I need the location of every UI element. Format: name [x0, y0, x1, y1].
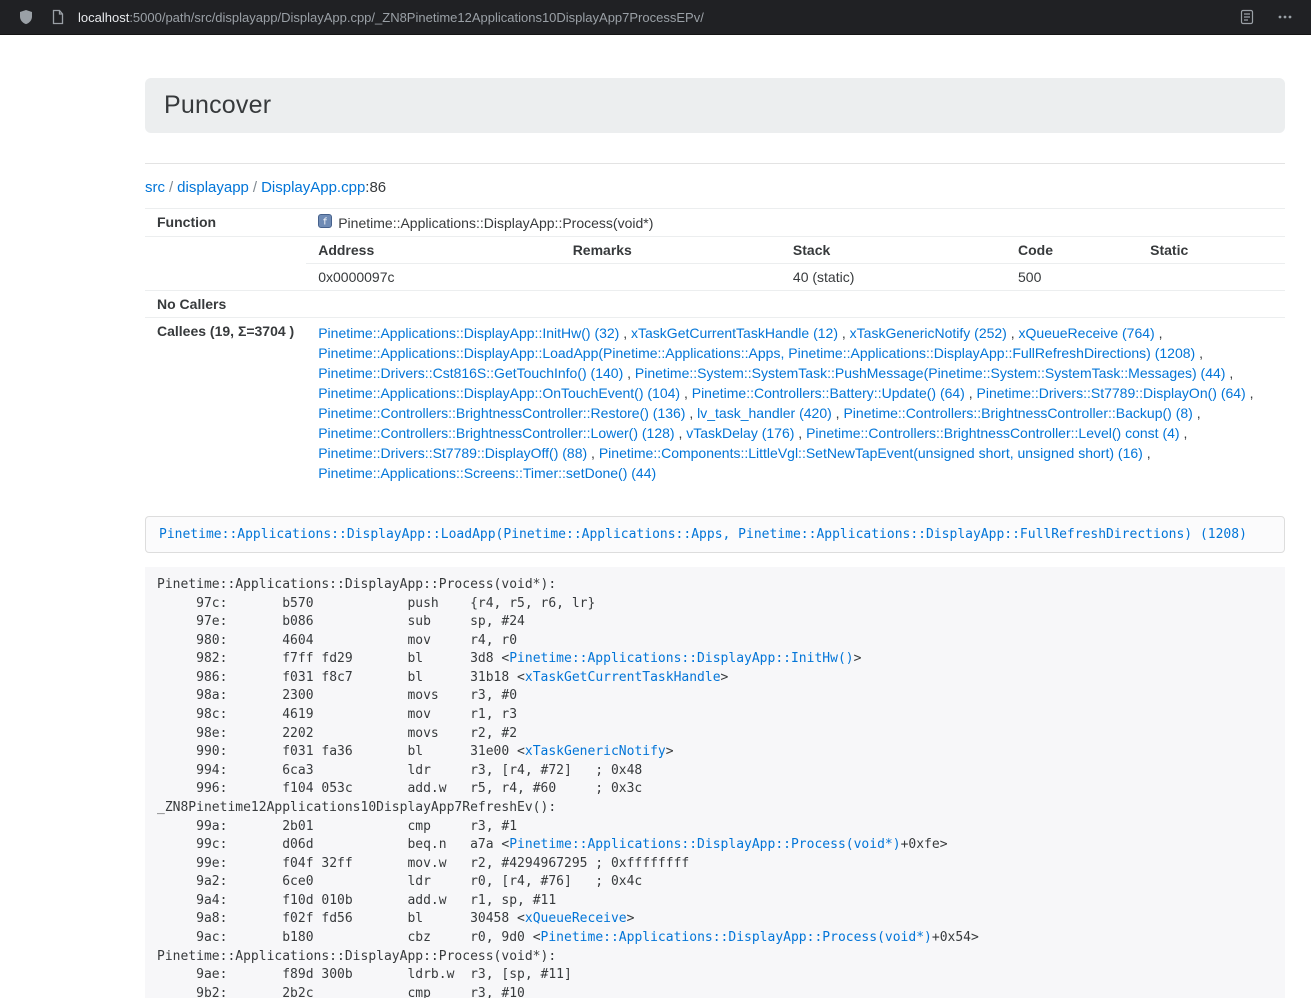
callee-separator: , [965, 385, 977, 401]
callee-separator: , [680, 385, 692, 401]
callee-separator: , [1193, 405, 1201, 421]
column-header-remarks: Remarks [561, 237, 781, 264]
callee-link[interactable]: Pinetime::Applications::DisplayApp::OnTo… [318, 385, 680, 401]
function-icon: f [318, 214, 332, 231]
callee-link[interactable]: Pinetime::System::SystemTask::PushMessag… [635, 365, 1226, 381]
symbol-table: Function f Pinetime::Applications::Displ… [145, 208, 1285, 488]
breadcrumb-line-number: :86 [365, 179, 386, 196]
callee-link[interactable]: vTaskDelay (176) [686, 425, 794, 441]
symbol-stats-row: Address Remarks Stack Code Static 0x0000… [145, 237, 1285, 291]
static-value [1138, 264, 1285, 291]
callee-separator: , [1225, 365, 1233, 381]
menu-dots-icon[interactable] [1273, 5, 1297, 29]
no-callers-row: No Callers [145, 291, 1285, 318]
column-header-code: Code [1006, 237, 1138, 264]
callee-link[interactable]: Pinetime::Drivers::St7789::DisplayOn() (… [977, 385, 1246, 401]
address-value: 0x0000097c [306, 264, 560, 291]
app-header: Puncover [145, 78, 1285, 133]
stats-header-row: Address Remarks Stack Code Static [306, 237, 1285, 264]
callee-separator: , [1007, 325, 1019, 341]
breadcrumb-separator: / [253, 179, 257, 196]
page-title: Puncover [164, 91, 1266, 120]
callee-link[interactable]: xQueueReceive (764) [1019, 325, 1155, 341]
callee-separator: , [1195, 345, 1203, 361]
code-symbol-link[interactable]: Pinetime::Applications::DisplayApp::Proc… [509, 837, 900, 852]
callee-separator: , [1180, 425, 1188, 441]
disassembly: Pinetime::Applications::DisplayApp::Proc… [145, 567, 1285, 998]
callee-link[interactable]: xTaskGenericNotify (252) [850, 325, 1007, 341]
breadcrumb-link-src[interactable]: src [145, 179, 165, 196]
callee-separator: , [794, 425, 806, 441]
callee-link[interactable]: Pinetime::Drivers::St7789::DisplayOff() … [318, 445, 587, 461]
svg-text:f: f [323, 218, 328, 228]
column-header-static: Static [1138, 237, 1285, 264]
callee-link[interactable]: Pinetime::Controllers::BrightnessControl… [318, 425, 674, 441]
callee-separator: , [587, 445, 599, 461]
callee-separator: , [838, 325, 850, 341]
stack-value: 40 (static) [781, 264, 1006, 291]
url-bar[interactable]: localhost:5000/path/src/displayapp/Displ… [78, 10, 1235, 25]
callee-link[interactable]: Pinetime::Controllers::BrightnessControl… [843, 405, 1192, 421]
selected-symbol-box: Pinetime::Applications::DisplayApp::Load… [145, 516, 1285, 553]
shield-icon[interactable] [14, 5, 38, 29]
callee-link[interactable]: Pinetime::Components::LittleVgl::SetNewT… [599, 445, 1143, 461]
callee-link[interactable]: xTaskGetCurrentTaskHandle (12) [631, 325, 838, 341]
url-path: :5000/path/src/displayapp/DisplayApp.cpp… [129, 10, 704, 25]
code-symbol-link[interactable]: xTaskGetCurrentTaskHandle [525, 670, 721, 685]
callee-link[interactable]: Pinetime::Controllers::BrightnessControl… [806, 425, 1179, 441]
code-symbol-link[interactable]: xQueueReceive [525, 911, 627, 926]
callee-separator: , [1246, 385, 1254, 401]
callee-link[interactable]: Pinetime::Applications::DisplayApp::Load… [318, 345, 1195, 361]
breadcrumb: src/displayapp/DisplayApp.cpp:86 [145, 179, 1285, 196]
stats-table: Address Remarks Stack Code Static 0x0000… [306, 237, 1285, 290]
column-header-address: Address [306, 237, 560, 264]
code-value: 500 [1006, 264, 1138, 291]
page-container: Puncover src/displayapp/DisplayApp.cpp:8… [145, 78, 1285, 998]
stats-data-row: 0x0000097c 40 (static) 500 [306, 264, 1285, 291]
callee-separator: , [1143, 445, 1151, 461]
remarks-value [561, 264, 781, 291]
callee-separator: , [619, 325, 631, 341]
callee-separator: , [832, 405, 844, 421]
breadcrumb-separator: / [169, 179, 173, 196]
callee-link[interactable]: Pinetime::Controllers::Battery::Update()… [692, 385, 965, 401]
code-symbol-link[interactable]: Pinetime::Applications::DisplayApp::Init… [509, 651, 853, 666]
code-symbol-link[interactable]: xTaskGenericNotify [525, 744, 666, 759]
callee-separator: , [1155, 325, 1163, 341]
callee-link[interactable]: Pinetime::Applications::DisplayApp::Init… [318, 325, 619, 341]
callees-list: Pinetime::Applications::DisplayApp::Init… [306, 318, 1285, 489]
selected-symbol-link[interactable]: Pinetime::Applications::DisplayApp::Load… [159, 527, 1247, 542]
callee-separator: , [685, 405, 697, 421]
callees-row: Callees (19, Σ=3704 ) Pinetime::Applicat… [145, 318, 1285, 489]
function-row: Function f Pinetime::Applications::Displ… [145, 209, 1285, 237]
callees-label: Callees (19, Σ=3704 ) [145, 318, 306, 489]
page-icon[interactable] [46, 5, 70, 29]
browser-toolbar: localhost:5000/path/src/displayapp/Displ… [0, 0, 1311, 35]
callee-link[interactable]: Pinetime::Drivers::Cst816S::GetTouchInfo… [318, 365, 623, 381]
callee-separator: , [623, 365, 635, 381]
no-callers-label: No Callers [145, 291, 306, 318]
callee-link[interactable]: lv_task_handler (420) [697, 405, 832, 421]
breadcrumb-link-displayapp[interactable]: displayapp [177, 179, 249, 196]
divider [145, 163, 1285, 164]
callee-separator: , [675, 425, 687, 441]
function-name: Pinetime::Applications::DisplayApp::Proc… [338, 215, 653, 231]
breadcrumb-link-file[interactable]: DisplayApp.cpp [261, 179, 365, 196]
callee-link[interactable]: Pinetime::Applications::Screens::Timer::… [318, 465, 656, 481]
function-label: Function [145, 209, 306, 237]
url-host: localhost [78, 10, 129, 25]
callee-link[interactable]: Pinetime::Controllers::BrightnessControl… [318, 405, 685, 421]
code-symbol-link[interactable]: Pinetime::Applications::DisplayApp::Proc… [541, 930, 932, 945]
column-header-stack: Stack [781, 237, 1006, 264]
reader-view-icon[interactable] [1235, 5, 1259, 29]
